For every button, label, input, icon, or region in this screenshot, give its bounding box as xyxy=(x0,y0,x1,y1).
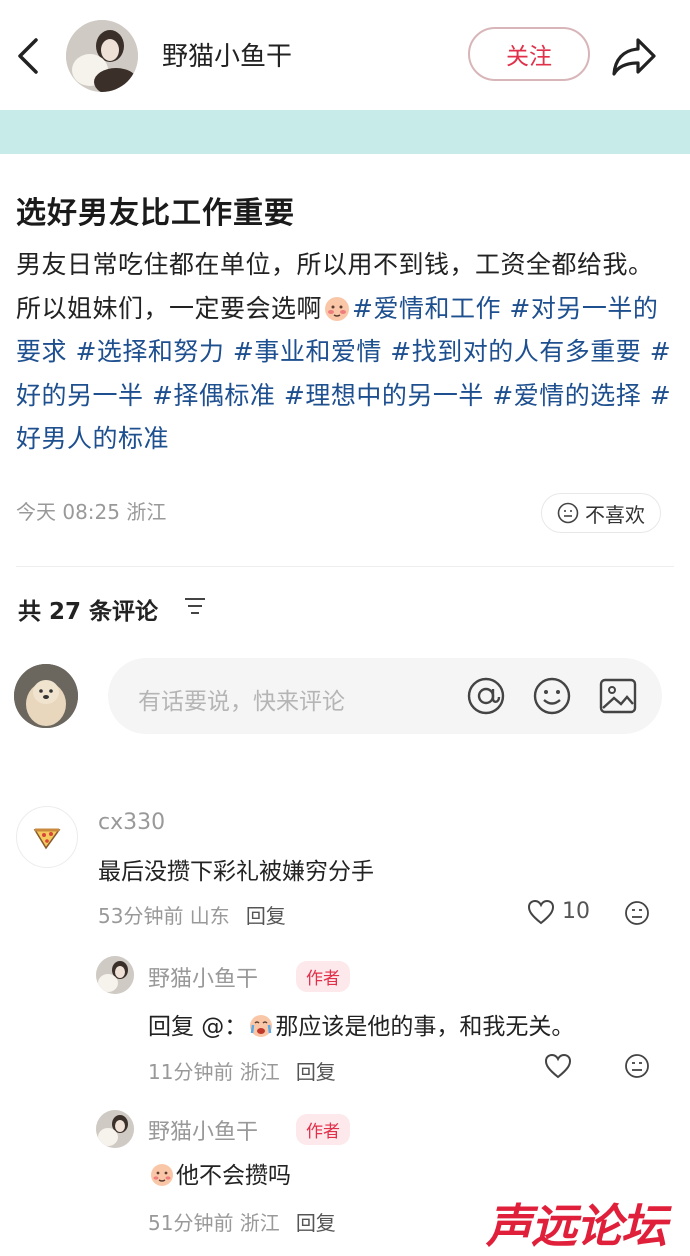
reply-meta: 11分钟前 浙江 回复 xyxy=(148,1056,336,1085)
hashtag-link[interactable]: #爱情和工作 xyxy=(352,294,501,323)
watermark-logo: 声远论坛 xyxy=(486,1199,667,1253)
reply-author-name[interactable]: 野猫小鱼干 xyxy=(148,961,258,993)
post-body: 男友日常吃住都在单位，所以用不到钱，工资全都给我。所以姐妹们，一定要会选啊 #爱情… xyxy=(16,243,676,461)
reply-meta: 51分钟前 浙江 回复 xyxy=(148,1207,336,1236)
comment-count: 共 27 条评论 xyxy=(18,599,159,625)
heart-icon[interactable] xyxy=(527,899,555,925)
reply-button[interactable]: 回复 xyxy=(246,904,286,928)
back-arrow-icon[interactable] xyxy=(14,36,42,76)
reply-button[interactable]: 回复 xyxy=(296,1211,336,1235)
author-name[interactable]: 野猫小鱼干 xyxy=(162,36,292,73)
reply-author-name[interactable]: 野猫小鱼干 xyxy=(148,1114,258,1146)
hashtag-link[interactable]: #事业和爱情 xyxy=(233,337,382,366)
reply-text: 回复 @： 那应该是他的事，和我无关。 xyxy=(148,1007,574,1041)
comment-text: 最后没攒下彩礼被嫌穷分手 xyxy=(98,859,374,885)
reply-text: 他不会攒吗 xyxy=(148,1156,291,1190)
commenter-avatar[interactable] xyxy=(16,806,78,868)
divider xyxy=(16,566,674,567)
blush-emoji-icon xyxy=(151,1164,173,1186)
mention-icon[interactable] xyxy=(466,676,506,716)
hashtag-link[interactable]: #择偶标准 xyxy=(152,381,275,410)
pizza-icon xyxy=(33,828,61,850)
hashtag-link[interactable]: #理想中的另一半 xyxy=(284,381,484,410)
post-meta: 今天 08:25 浙江 xyxy=(16,500,167,524)
hashtag-link[interactable]: #爱情的选择 xyxy=(492,381,641,410)
heart-icon[interactable] xyxy=(544,1053,572,1079)
top-banner xyxy=(0,110,690,154)
post-title: 选好男友比工作重要 xyxy=(16,196,295,231)
reply-time: 51分钟前 浙江 xyxy=(148,1211,280,1235)
reply-body: 那应该是他的事，和我无关。 xyxy=(275,1014,575,1040)
commenter-name[interactable]: cx330 xyxy=(98,810,165,835)
comment-meta: 53分钟前 山东 回复 xyxy=(98,900,286,929)
hashtag-link[interactable]: #选择和努力 xyxy=(75,337,224,366)
share-icon[interactable] xyxy=(610,34,658,78)
my-avatar xyxy=(14,664,78,728)
blush-emoji-icon xyxy=(325,296,350,321)
like-count: 10 xyxy=(562,899,590,924)
emoji-icon[interactable] xyxy=(532,676,572,716)
dislike-label: 不喜欢 xyxy=(585,502,645,527)
neutral-face-icon[interactable] xyxy=(624,1053,650,1079)
author-avatar[interactable] xyxy=(66,20,138,92)
reply-time: 11分钟前 浙江 xyxy=(148,1060,280,1084)
author-badge: 作者 xyxy=(296,961,350,992)
sort-icon[interactable] xyxy=(184,596,206,616)
reply-author-avatar[interactable] xyxy=(96,1110,134,1148)
comment-time: 53分钟前 山东 xyxy=(98,904,230,928)
crying-emoji-icon xyxy=(250,1015,273,1037)
reply-button[interactable]: 回复 xyxy=(296,1060,336,1084)
dislike-button[interactable]: 不喜欢 xyxy=(541,493,661,533)
neutral-face-icon xyxy=(557,502,579,524)
reply-prefix: 回复 @： xyxy=(148,1014,248,1040)
follow-button[interactable]: 关注 xyxy=(468,27,590,81)
neutral-face-icon[interactable] xyxy=(624,900,650,926)
author-badge: 作者 xyxy=(296,1114,350,1145)
reply-body: 他不会攒吗 xyxy=(176,1163,291,1189)
reply-author-avatar[interactable] xyxy=(96,956,134,994)
hashtag-link[interactable]: #找到对的人有多重要 xyxy=(390,337,641,366)
comment-input-placeholder: 有话要说，快来评论 xyxy=(138,689,345,715)
image-icon[interactable] xyxy=(598,676,638,716)
